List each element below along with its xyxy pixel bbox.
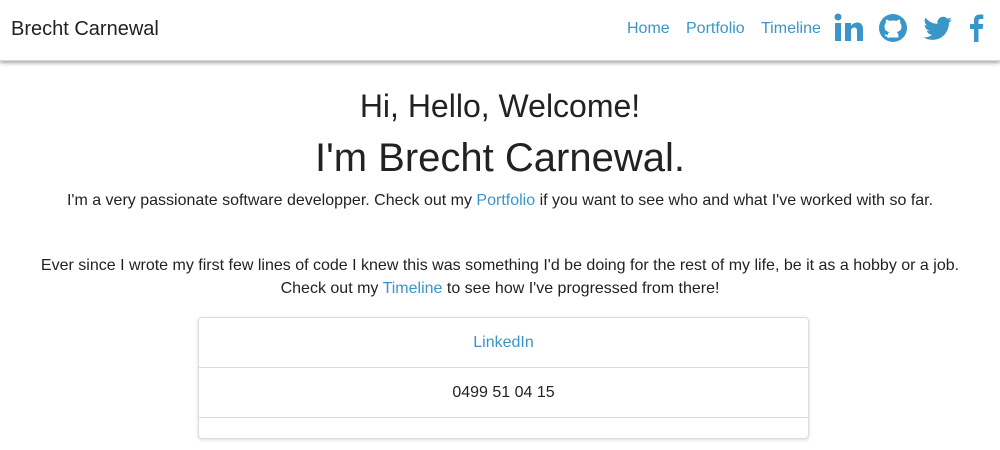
contact-row-phone: 0499 51 04 15 bbox=[199, 368, 808, 418]
contact-phone: 0499 51 04 15 bbox=[452, 384, 555, 401]
name-heading: I'm Brecht Carnewal. bbox=[315, 136, 685, 180]
nav-link-timeline[interactable]: Timeline bbox=[761, 19, 821, 39]
contact-row-linkedin: LinkedIn bbox=[199, 318, 808, 368]
nav-link-portfolio[interactable]: Portfolio bbox=[686, 19, 745, 39]
twitter-icon[interactable] bbox=[923, 13, 953, 43]
intro-text-after: if you want to see who and what I've wor… bbox=[535, 192, 934, 209]
nav-link-home[interactable]: Home bbox=[627, 19, 670, 39]
facebook-icon[interactable] bbox=[967, 13, 989, 43]
contact-linkedin-link[interactable]: LinkedIn bbox=[473, 334, 534, 351]
history-text-before: Check out my bbox=[280, 280, 383, 297]
history-line-1: Ever since I wrote my first few lines of… bbox=[40, 257, 960, 274]
portfolio-link[interactable]: Portfolio bbox=[476, 192, 535, 209]
history-text-after: to see how I've progressed from there! bbox=[442, 280, 720, 297]
contact-channels-card: LinkedIn 0499 51 04 15 bbox=[198, 317, 809, 439]
history-paragraph: Ever since I wrote my first few lines of… bbox=[0, 254, 1000, 300]
timeline-link[interactable]: Timeline bbox=[383, 280, 443, 297]
linkedin-icon[interactable] bbox=[834, 13, 864, 43]
greeting-heading: Hi, Hello, Welcome! bbox=[359, 88, 641, 124]
intro-text-before: I'm a very passionate software developpe… bbox=[66, 192, 477, 209]
intro-paragraph: I'm a very passionate software developpe… bbox=[0, 189, 1000, 212]
brand-link[interactable]: Brecht Carnewal bbox=[11, 17, 159, 41]
github-icon[interactable] bbox=[878, 13, 908, 43]
navbar: Brecht Carnewal Home Portfolio Timeline bbox=[0, 0, 1000, 61]
